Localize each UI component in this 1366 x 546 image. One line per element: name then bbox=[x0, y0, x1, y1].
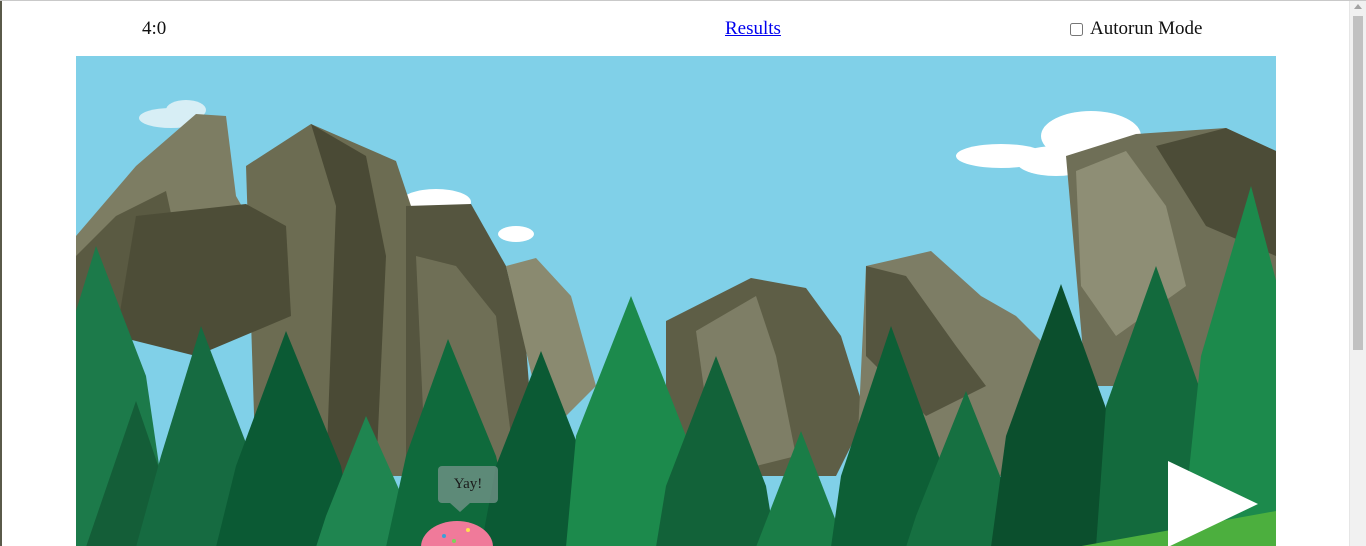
forest-scene bbox=[76, 100, 1276, 546]
speech-bubble: Yay! bbox=[438, 466, 498, 503]
speech-bubble-tail bbox=[450, 503, 470, 512]
page: 4:0 Results Autorun Mode Yay! bbox=[0, 0, 1366, 546]
autorun-label: Autorun Mode bbox=[1090, 18, 1203, 39]
vertical-scrollbar[interactable] bbox=[1349, 1, 1366, 546]
results-link[interactable]: Results bbox=[725, 18, 781, 40]
play-icon[interactable] bbox=[1168, 461, 1258, 546]
window-edge bbox=[0, 1, 2, 546]
autorun-mode-toggle[interactable]: Autorun Mode bbox=[1070, 18, 1202, 40]
score-display: 4:0 bbox=[142, 18, 167, 39]
scrollbar-thumb[interactable] bbox=[1353, 16, 1363, 350]
game-canvas[interactable]: Yay! bbox=[76, 56, 1276, 546]
autorun-checkbox[interactable] bbox=[1070, 22, 1083, 36]
scroll-up-arrow-icon[interactable] bbox=[1354, 4, 1362, 9]
